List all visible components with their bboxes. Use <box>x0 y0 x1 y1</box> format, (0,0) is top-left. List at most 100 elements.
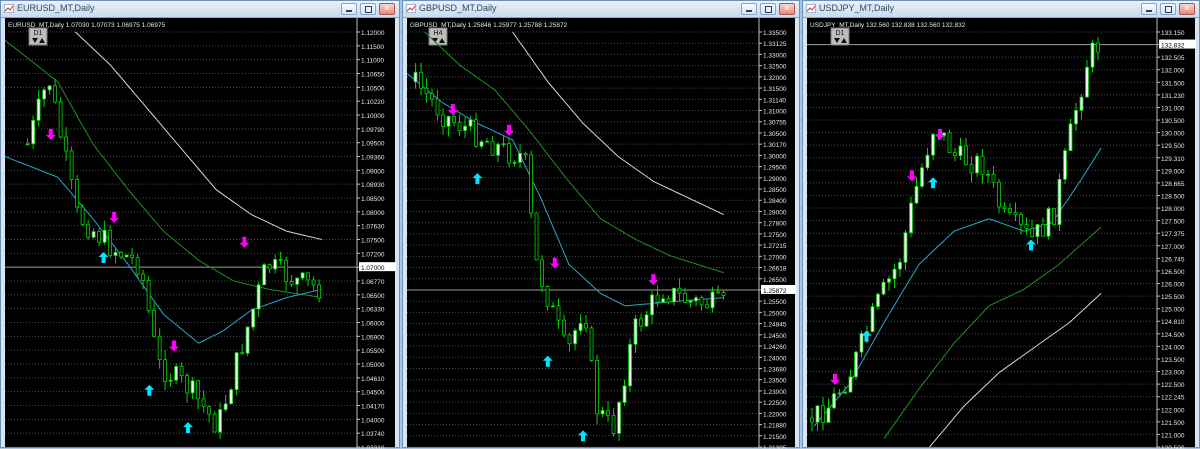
close-button[interactable] <box>1179 3 1195 15</box>
price-label: 1.31000 <box>763 109 787 116</box>
candle-body <box>311 279 316 286</box>
candle-body <box>463 125 467 131</box>
candle-body <box>97 231 102 243</box>
price-chart-gbpusd[interactable]: 1.33500 1.33125 1.33000 1.32500 1.32000 1.315… <box>407 18 797 449</box>
moving-average-slow <box>929 293 1102 448</box>
candle-body <box>1024 224 1029 229</box>
price-label: 120.500 <box>1161 445 1185 449</box>
chart-window-gbpusd[interactable]: GBPUSD_MT,Daily 1.335001.331251.330001.3… <box>402 0 800 449</box>
price-label: 1.31140 <box>763 97 786 104</box>
price-label: 1.05000 <box>361 362 385 369</box>
candle-body <box>452 115 456 123</box>
window-title: GBPUSD_MT,Daily <box>419 3 497 13</box>
chart-window-eurusd[interactable]: EURUSD_MT,Daily 1.120001.115001.110001.1… <box>0 0 400 449</box>
candle-body <box>507 143 511 164</box>
candle-body <box>234 352 239 391</box>
price-label: 129.000 <box>1161 168 1185 175</box>
close-button[interactable] <box>379 3 395 15</box>
candle-body <box>119 252 124 258</box>
close-button[interactable] <box>779 3 795 15</box>
minimize-button[interactable] <box>1141 3 1157 15</box>
candlestick-chart[interactable]: 1.33500 1.33125 1.33000 1.32500 1.32000 1.315… <box>407 18 797 449</box>
price-label: 128.665 <box>1161 181 1185 188</box>
candle-body <box>196 380 201 400</box>
price-label: 1.06770 <box>361 279 385 286</box>
price-label: 1.30755 <box>763 120 787 127</box>
price-axis: 133.150 132.832 132.505 132.000 131.500 131.2… <box>1157 30 1196 449</box>
candlestick-chart[interactable]: 1.12000 1.11500 1.11000 1.10650 1.10500 1.102… <box>5 18 397 449</box>
price-label: 1.10000 <box>361 113 385 120</box>
candle-body <box>832 393 836 409</box>
candles <box>810 36 1100 432</box>
price-label: 1.09790 <box>361 127 385 134</box>
candle-body <box>1068 123 1073 151</box>
candle-body <box>256 284 261 310</box>
sell-signal-arrow-icon <box>109 211 120 223</box>
candle-body <box>146 280 151 311</box>
price-label: 122.000 <box>1161 407 1185 414</box>
candle-body <box>958 145 963 157</box>
timeframe-label: H4 <box>434 30 443 37</box>
candle-body <box>931 133 935 156</box>
candle-body <box>47 85 52 91</box>
price-chart-eurusd[interactable]: 1.12000 1.11500 1.11000 1.10650 1.10500 1.102… <box>5 18 397 449</box>
candle-body <box>523 152 528 156</box>
candle-body <box>413 71 418 83</box>
candle-body <box>705 304 709 309</box>
candle-body <box>881 281 886 295</box>
candle-body <box>540 259 544 287</box>
candle-body <box>699 297 704 306</box>
candle-body <box>622 385 627 403</box>
price-label: 125.500 <box>1161 294 1185 301</box>
price-label: 1.08930 <box>361 182 385 189</box>
price-label: 1.27215 <box>763 243 787 250</box>
minimize-button[interactable] <box>741 3 757 15</box>
price-chart-usdjpy[interactable]: 133.150 132.832 132.505 132.000 131.500 131.2… <box>807 18 1197 449</box>
candle-body <box>124 254 129 258</box>
maximize-button[interactable] <box>360 3 376 15</box>
candle-body <box>661 298 665 303</box>
price-label: 127.375 <box>1161 231 1185 238</box>
price-label: 1.04500 <box>361 390 385 397</box>
price-label: 1.28000 <box>763 209 787 216</box>
candle-body <box>430 93 434 100</box>
price-label: 1.32500 <box>763 64 787 71</box>
chart-window-icon <box>4 4 14 13</box>
candle-body <box>512 161 517 164</box>
price-label: 1.04000 <box>361 417 385 424</box>
candle-body <box>135 257 140 275</box>
candle-body <box>837 392 842 395</box>
price-label: 1.24000 <box>763 355 787 362</box>
buy-signal-arrow-icon <box>472 173 483 185</box>
price-label: 1.30500 <box>763 131 787 138</box>
candle-body <box>600 410 605 415</box>
price-label: 1.33125 <box>763 41 787 48</box>
price-label: 1.33000 <box>763 52 787 59</box>
price-label: 1.25872 <box>763 288 787 295</box>
candle-body <box>441 114 445 127</box>
candle-body <box>997 181 1001 208</box>
window-title: EURUSD_MT,Daily <box>17 3 95 13</box>
price-label: 1.24260 <box>763 344 787 351</box>
candle-body <box>1074 109 1078 125</box>
minimize-button[interactable] <box>341 3 357 15</box>
chart-window-usdjpy[interactable]: USDJPY_MT,Daily 133.150 132.832 132.505 132… <box>802 0 1200 449</box>
candle-body <box>278 259 283 261</box>
price-label: 132.832 <box>1161 43 1185 50</box>
price-label: 1.07000 <box>361 265 385 272</box>
maximize-button[interactable] <box>1160 3 1176 15</box>
title-bar[interactable]: GBPUSD_MT,Daily <box>403 1 799 18</box>
candle-body <box>58 101 63 138</box>
price-label: 129.500 <box>1161 143 1185 150</box>
candlestick-chart[interactable]: 133.150 132.832 132.505 132.000 131.500 131.2… <box>807 18 1197 449</box>
title-bar[interactable]: EURUSD_MT,Daily <box>1 1 399 18</box>
candle-body <box>655 294 660 303</box>
price-label: 1.12000 <box>361 30 385 37</box>
candle-body <box>174 366 179 381</box>
price-label: 126.000 <box>1161 282 1185 289</box>
price-label: 124.810 <box>1161 319 1185 326</box>
window-title: USDJPY_MT,Daily <box>819 3 895 13</box>
title-bar[interactable]: USDJPY_MT,Daily <box>803 1 1199 18</box>
maximize-button[interactable] <box>760 3 776 15</box>
candle-body <box>317 284 322 299</box>
